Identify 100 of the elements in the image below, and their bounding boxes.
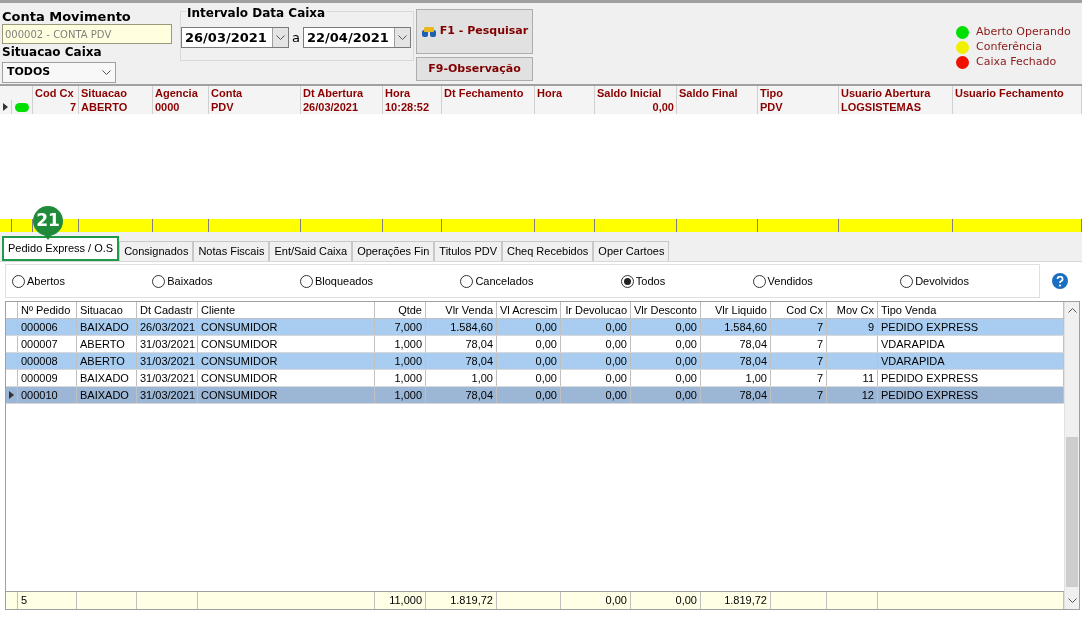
column-header: Situacao (77, 302, 137, 318)
table-cell: CONSUMIDOR (198, 370, 375, 386)
legend-label: Aberto Operando (976, 24, 1071, 41)
tab[interactable]: Ent/Said Caixa (269, 241, 353, 261)
account-field[interactable]: 000002 - CONTA PDV (2, 24, 172, 44)
tab[interactable]: Consignados (119, 241, 194, 261)
column-header: Vl Acrescim (497, 302, 561, 318)
dropdown-button[interactable] (272, 28, 288, 47)
tab[interactable]: Operações Fin (352, 241, 435, 261)
total-cell: 0,00 (631, 592, 701, 609)
search-button[interactable]: F1 - Pesquisar (416, 9, 533, 54)
table-cell: 78,04 (426, 353, 497, 369)
table-cell: 11 (827, 370, 878, 386)
table-row[interactable]: 000009 BAIXADO 31/03/2021 CONSUMIDOR 1,000 1,00 0,00 0,00 0,00 1,00 7 11 PEDIDO EXPRESS (6, 370, 1064, 387)
table-cell: 0,00 (561, 319, 631, 335)
table-row[interactable]: 000008 ABERTO 31/03/2021 CONSUMIDOR 1,000 78,04 0,00 0,00 0,00 78,04 7 VDARAPIDA (6, 353, 1064, 370)
table-cell: LOGSISTEMAS (839, 100, 953, 114)
tab[interactable]: Notas Fiscais (193, 241, 270, 261)
date-field[interactable]: 26/03/2021 (181, 27, 289, 48)
status-dropdown[interactable]: TODOS (2, 62, 116, 83)
table-row[interactable]: 000006 BAIXADO 26/03/2021 CONSUMIDOR 7,000 1.584,60 0,00 0,00 0,00 1.584,60 7 9 PEDIDO EXPRESS (6, 319, 1064, 336)
table-cell: 9 (827, 319, 878, 335)
tab[interactable]: Pedido Express / O.S (2, 236, 120, 261)
radio-button[interactable] (620, 274, 634, 288)
radio-option[interactable]: Cancelados (460, 272, 534, 290)
table-cell: 7 (771, 353, 827, 369)
table-cell: ABERTO (77, 336, 137, 352)
radio-option[interactable]: Vendidos (752, 272, 813, 290)
column-header: Cod Cx (771, 302, 827, 318)
table-cell: 1.584,60 (701, 319, 771, 335)
tab[interactable]: Oper Cartoes (593, 241, 670, 261)
table-cell: 0,00 (631, 353, 701, 369)
table-cell: 0,00 (561, 370, 631, 386)
table-cell: CONSUMIDOR (198, 336, 375, 352)
column-header: Vlr Desconto (631, 302, 701, 318)
table-cell: BAIXADO (77, 387, 137, 403)
radio-option[interactable]: Todos (620, 272, 666, 290)
scrollbar[interactable] (1064, 302, 1079, 609)
total-cell: 5 (18, 592, 77, 609)
radio-button[interactable] (152, 274, 166, 288)
radio-button[interactable] (299, 274, 313, 288)
table-cell: CONSUMIDOR (198, 319, 375, 335)
table-cell: 000008 (18, 353, 77, 369)
table-cell: 10:28:52 (383, 100, 442, 114)
table-cell: 31/03/2021 (137, 353, 198, 369)
table-cell: PDV (758, 100, 839, 114)
table-cell: 0,00 (631, 336, 701, 352)
table-cell: 0,00 (631, 370, 701, 386)
table-cell: 31/03/2021 (137, 370, 198, 386)
radio-button[interactable] (12, 274, 25, 288)
total-cell: 11,000 (375, 592, 426, 609)
caret-icon (102, 70, 111, 75)
column-header: lr Devolucao (561, 302, 631, 318)
column-header: Mov Cx (827, 302, 878, 318)
table-cell: 7 (771, 319, 827, 335)
table-cell: 7 (771, 387, 827, 403)
table-cell: 1,000 (375, 387, 426, 403)
radio-option[interactable]: Bloqueados (299, 272, 373, 290)
table-cell: 000007 (18, 336, 77, 352)
scrollbar-thumb[interactable] (1066, 437, 1078, 587)
table-cell: 0,00 (631, 387, 701, 403)
tab[interactable]: Cheq Recebidos (502, 241, 594, 261)
radio-button[interactable] (900, 274, 914, 288)
column-header: Vlr Venda (426, 302, 497, 318)
legend-label: Conferência (976, 39, 1042, 56)
observation-button[interactable]: F9-Observação (416, 57, 533, 81)
radio-button[interactable] (460, 274, 474, 288)
column-header: Nº Pedido (18, 302, 77, 318)
column-header: Cliente (198, 302, 375, 318)
table-cell: CONSUMIDOR (198, 387, 375, 403)
table-cell: 0,00 (497, 387, 561, 403)
table-cell: 7 (771, 370, 827, 386)
table-cell: 0,00 (497, 319, 561, 335)
radio-option[interactable]: Baixados (152, 272, 213, 290)
column-header: Qtde (375, 302, 426, 318)
table-cell: 0,00 (497, 370, 561, 386)
table-row[interactable]: 000007 ABERTO 31/03/2021 CONSUMIDOR 1,000 78,04 0,00 0,00 0,00 78,04 7 VDARAPIDA (6, 336, 1064, 353)
table-cell: 0,00 (561, 353, 631, 369)
radio-option[interactable]: Abertos (12, 272, 65, 290)
dropdown-button[interactable] (393, 28, 410, 47)
caret-icon (397, 35, 407, 40)
table-cell: 1,00 (701, 370, 771, 386)
table-cell: 0,00 (595, 100, 677, 114)
group-title: Intervalo Data Caixa (186, 7, 327, 20)
radio-button[interactable] (752, 274, 766, 288)
total-cell: 1.819,72 (701, 592, 771, 609)
tab[interactable]: Titulos PDV (434, 241, 502, 261)
separator-text: a (292, 28, 300, 47)
table-cell: 1,000 (375, 353, 426, 369)
date-field[interactable]: 22/04/2021 (302, 27, 411, 48)
table-cell: 1.584,60 (426, 319, 497, 335)
table-row[interactable]: 000010 BAIXADO 31/03/2021 CONSUMIDOR 1,000 78,04 0,00 0,00 0,00 78,04 7 12 PEDIDO EXPRESS (6, 387, 1064, 404)
legend-label: Caixa Fechado (976, 54, 1057, 71)
table-cell: 26/03/2021 (137, 319, 198, 335)
radio-option[interactable]: Devolvidos (900, 272, 969, 290)
column-header: Dt Cadastr (137, 302, 198, 318)
help-icon[interactable] (1052, 273, 1068, 289)
table-cell: 1,000 (375, 336, 426, 352)
table-cell: 7 (33, 100, 79, 114)
table-cell: 26/03/2021 (301, 100, 383, 114)
